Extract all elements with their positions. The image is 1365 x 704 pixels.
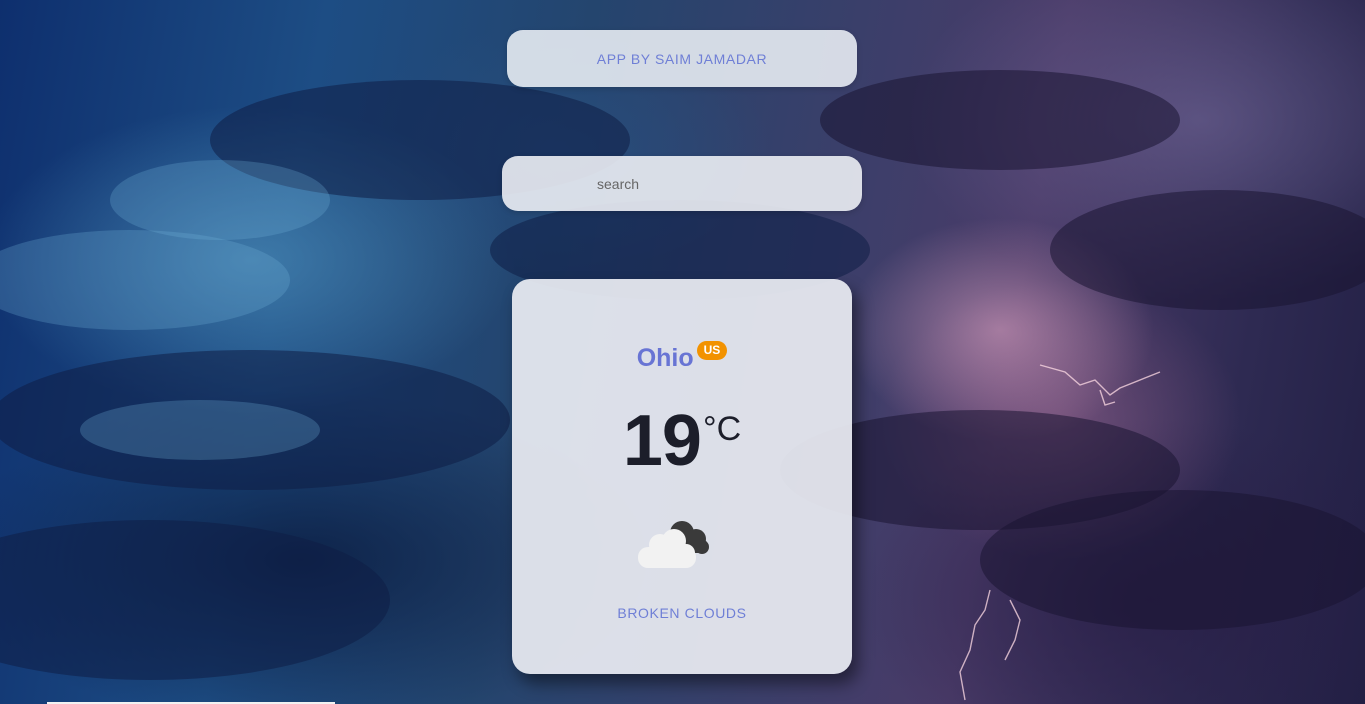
credit-banner: APP BY SAIM JAMADAR (507, 30, 857, 87)
city-row: Ohio US (512, 341, 852, 373)
country-badge: US (696, 341, 728, 360)
city-name: Ohio (636, 344, 694, 372)
search-input[interactable] (597, 156, 847, 211)
broken-clouds-icon (638, 521, 709, 568)
temperature-value: 19 (622, 401, 702, 481)
weather-card: Ohio US 19 °C BROKEN CLOUDS (512, 279, 852, 674)
weather-description: BROKEN CLOUDS (617, 605, 747, 621)
search-box[interactable] (502, 156, 862, 211)
credit-text: APP BY SAIM JAMADAR (596, 50, 768, 67)
temperature-display: 19 °C (512, 401, 852, 481)
temperature-unit: °C (702, 410, 742, 448)
